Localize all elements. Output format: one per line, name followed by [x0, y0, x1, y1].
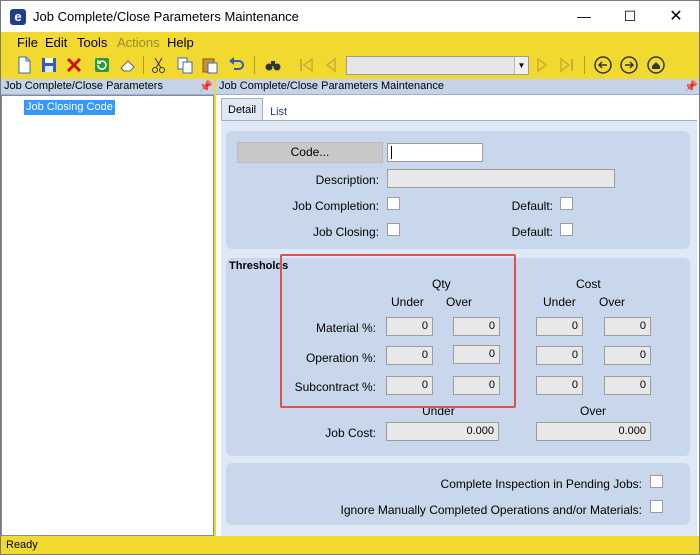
home-icon[interactable]	[646, 55, 666, 75]
save-icon[interactable]	[39, 55, 59, 75]
minimize-button[interactable]: —	[561, 1, 607, 32]
menu-file[interactable]: File	[17, 35, 38, 50]
detail-area: Detail List Code... Description: Job Com…	[216, 95, 699, 536]
job-completion-label: Job Completion:	[292, 199, 379, 213]
window-title: Job Complete/Close Parameters Maintenanc…	[33, 9, 299, 24]
cost-under-header: Under	[543, 295, 576, 309]
toolbar-separator	[143, 56, 144, 74]
operation-cost-under-field[interactable]: 0	[536, 346, 583, 365]
ignore-manual-label: Ignore Manually Completed Operations and…	[340, 503, 643, 517]
status-text: Ready	[6, 539, 38, 551]
cut-icon[interactable]	[149, 55, 169, 75]
material-cost-over-field[interactable]: 0	[604, 317, 651, 336]
maximize-button[interactable]: ☐	[607, 1, 653, 32]
cost-over-header: Over	[599, 295, 626, 309]
subcontract-cost-over-field[interactable]: 0	[604, 376, 651, 395]
job-closing-default-checkbox[interactable]	[560, 223, 573, 236]
first-record-icon[interactable]	[296, 55, 316, 75]
previous-record-icon[interactable]	[321, 55, 341, 75]
text-caret	[391, 146, 392, 159]
application-window: e Job Complete/Close Parameters Maintena…	[0, 0, 700, 555]
job-closing-checkbox[interactable]	[387, 223, 400, 236]
back-arrow-icon[interactable]	[593, 55, 613, 75]
complete-inspection-label: Complete Inspection in Pending Jobs:	[440, 477, 642, 491]
material-cost-under-field[interactable]: 0	[536, 317, 583, 336]
tab-detail[interactable]: Detail	[221, 98, 264, 120]
chevron-down-icon: ▼	[514, 57, 528, 74]
eraser-icon[interactable]	[118, 55, 138, 75]
job-cost-label: Job Cost:	[325, 426, 376, 440]
job-closing-default-label: Default:	[511, 225, 553, 239]
app-logo-icon: e	[10, 9, 26, 25]
left-pane-title: Job Complete/Close Parameters	[4, 80, 163, 92]
left-pane-header: Job Complete/Close Parameters 📌	[1, 79, 214, 95]
description-field[interactable]	[387, 169, 615, 188]
record-selector-dropdown[interactable]: ▼	[346, 56, 529, 75]
toolbar: ▼	[1, 52, 699, 79]
code-input[interactable]	[387, 143, 483, 162]
next-record-icon[interactable]	[532, 55, 552, 75]
undo-icon[interactable]	[226, 55, 246, 75]
right-pane-title: Job Complete/Close Parameters Maintenanc…	[219, 80, 445, 92]
tree-view: Job Closing Code	[1, 95, 214, 536]
cost-header: Cost	[576, 277, 601, 291]
menu-edit[interactable]: Edit	[45, 35, 67, 50]
pin-icon[interactable]: 📌	[199, 80, 213, 93]
options-panel: Complete Inspection in Pending Jobs: Ign…	[226, 463, 690, 525]
right-pane-header: Job Complete/Close Parameters Maintenanc…	[216, 79, 699, 95]
tree-item-job-closing-code[interactable]: Job Closing Code	[24, 100, 115, 115]
menu-tools[interactable]: Tools	[77, 35, 107, 50]
paste-icon[interactable]	[200, 55, 220, 75]
job-closing-label: Job Closing:	[312, 225, 379, 239]
job-cost-over-header: Over	[580, 404, 607, 418]
job-cost-over-field[interactable]: 0.000	[536, 422, 651, 441]
job-completion-default-checkbox[interactable]	[560, 197, 573, 210]
code-lookup-button[interactable]: Code...	[237, 142, 383, 163]
toolbar-separator	[584, 56, 585, 74]
job-completion-default-label: Default:	[511, 199, 553, 213]
title-bar: e Job Complete/Close Parameters Maintena…	[1, 1, 699, 32]
ignore-manual-checkbox[interactable]	[650, 500, 663, 513]
forward-arrow-icon[interactable]	[619, 55, 639, 75]
copy-icon[interactable]	[175, 55, 195, 75]
job-completion-checkbox[interactable]	[387, 197, 400, 210]
status-bar: Ready	[1, 536, 699, 554]
menu-help[interactable]: Help	[167, 35, 194, 50]
description-label: Description:	[315, 173, 379, 187]
job-cost-under-field[interactable]: 0.000	[386, 422, 499, 441]
operation-cost-over-field[interactable]: 0	[604, 346, 651, 365]
last-record-icon[interactable]	[557, 55, 577, 75]
menu-bar: File Edit Tools Actions Help	[1, 32, 699, 52]
toolbar-separator	[254, 56, 255, 74]
close-window-button[interactable]: ✕	[653, 1, 699, 32]
complete-inspection-checkbox[interactable]	[650, 475, 663, 488]
code-panel: Code... Description: Job Completion: Def…	[226, 131, 690, 249]
detail-tab-content: Code... Description: Job Completion: Def…	[221, 120, 697, 536]
qty-highlight-box	[280, 254, 516, 408]
refresh-icon[interactable]	[92, 55, 112, 75]
find-binoculars-icon[interactable]	[263, 55, 283, 75]
delete-icon[interactable]	[64, 55, 84, 75]
menu-actions[interactable]: Actions	[117, 35, 160, 50]
pin-icon[interactable]: 📌	[684, 80, 698, 93]
new-icon[interactable]	[14, 55, 34, 75]
thresholds-panel: Thresholds Qty Cost Under Over Under Ove…	[226, 254, 690, 456]
subcontract-cost-under-field[interactable]: 0	[536, 376, 583, 395]
